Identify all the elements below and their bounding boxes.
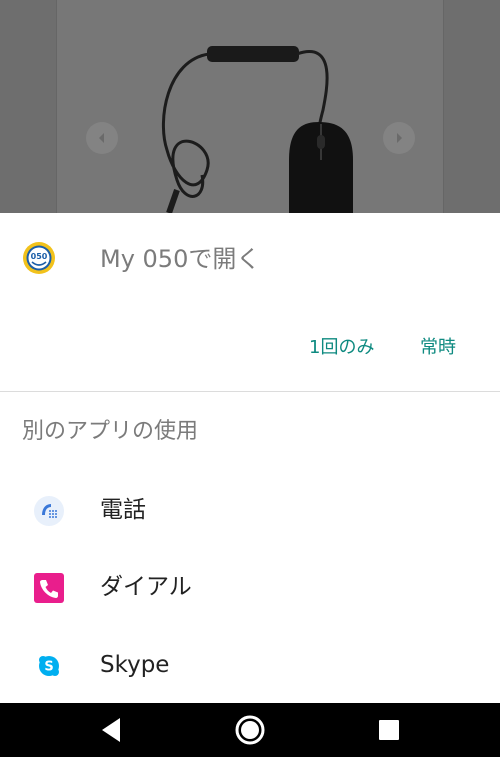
preferred-app-row[interactable]: 050 My 050で開く [0, 213, 500, 305]
app-item-phone[interactable]: 電話 [0, 475, 500, 545]
other-apps-heading: 別のアプリの使用 [22, 419, 199, 444]
action-buttons: 1回のみ 常時 [0, 333, 500, 363]
app-item-label: Skype [100, 652, 170, 678]
dial-app-icon [34, 573, 64, 603]
navigation-bar [0, 703, 500, 757]
just-once-button[interactable]: 1回のみ [309, 333, 374, 363]
back-button[interactable] [81, 703, 141, 757]
back-icon [102, 718, 120, 742]
divider [0, 391, 500, 392]
carousel-prev-button[interactable] [86, 122, 118, 154]
home-button[interactable] [220, 703, 280, 757]
always-button[interactable]: 常時 [420, 333, 456, 363]
phone-dialer-icon [34, 496, 64, 526]
app-item-label: 電話 [100, 497, 146, 523]
home-icon [235, 715, 265, 745]
recent-apps-button[interactable] [359, 703, 419, 757]
background-product-area [0, 0, 500, 213]
my050-logo-icon: 050 [23, 242, 55, 274]
app-item-label: ダイアル [100, 574, 192, 600]
open-with-title: My 050で開く [100, 245, 261, 273]
recent-apps-icon [379, 720, 399, 740]
chevron-right-icon [397, 133, 402, 143]
chevron-left-icon [99, 133, 104, 143]
skype-icon: S [39, 656, 59, 676]
product-image [161, 46, 353, 213]
carousel-next-button[interactable] [383, 122, 415, 154]
app-chooser-sheet: 050 My 050で開く 1回のみ 常時 別のアプリの使用 電話 ダイアル S… [0, 213, 500, 703]
svg-text:S: S [44, 660, 53, 675]
app-item-skype[interactable]: S Skype [0, 630, 500, 700]
app-item-dial[interactable]: ダイアル [0, 552, 500, 622]
product-image-card [56, 0, 444, 213]
svg-text:050: 050 [31, 252, 48, 261]
